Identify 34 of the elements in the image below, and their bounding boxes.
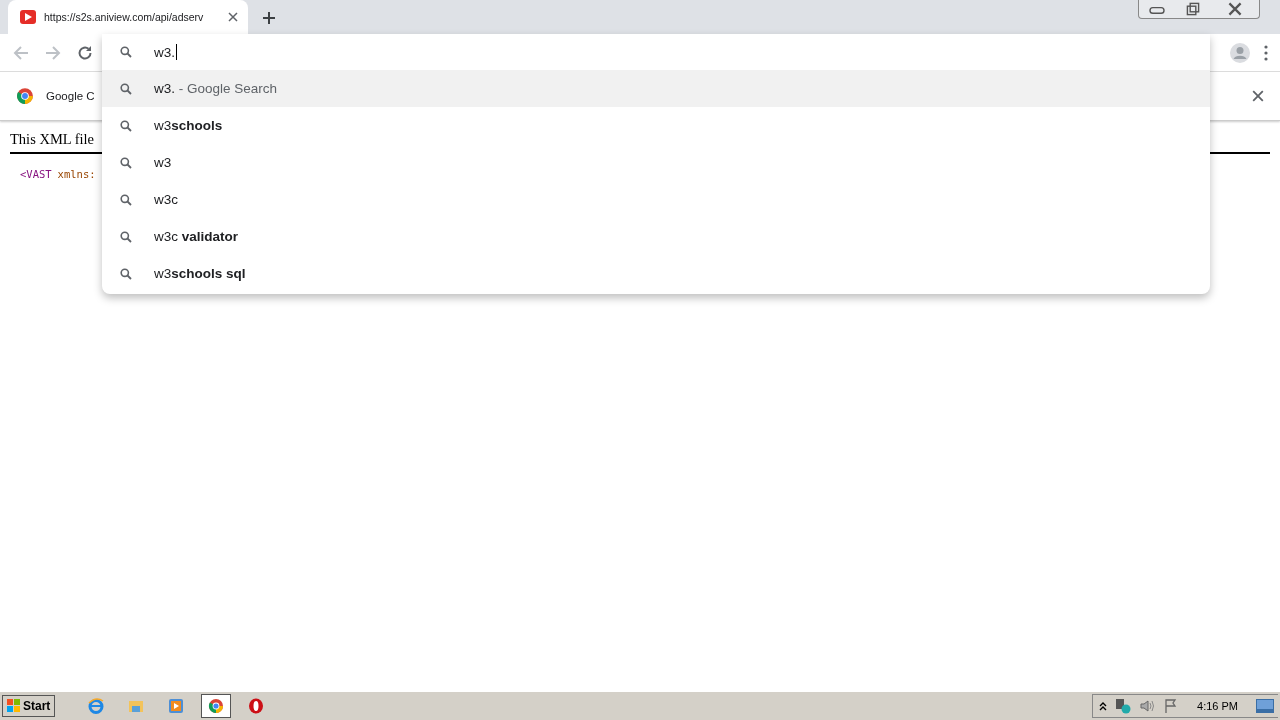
- opera-icon[interactable]: [248, 698, 265, 714]
- suggestion-item[interactable]: w3c validator: [102, 218, 1210, 255]
- chevron-up-icon[interactable]: [1099, 701, 1108, 711]
- start-button[interactable]: Start: [2, 695, 56, 717]
- search-icon: [120, 230, 132, 243]
- infobar-text: Google C: [46, 90, 95, 102]
- windows-logo-icon: [7, 699, 21, 713]
- search-icon: [120, 267, 132, 280]
- search-icon: [120, 46, 132, 58]
- address-text: w3.: [154, 44, 175, 60]
- chrome-icon[interactable]: [208, 698, 225, 714]
- chrome-icon: [16, 87, 34, 105]
- search-icon: [120, 156, 132, 169]
- play-favicon: [20, 9, 36, 25]
- address-field[interactable]: w3.: [102, 34, 1210, 70]
- xml-code: <VAST: [20, 168, 52, 180]
- suggestion-item[interactable]: w3schools sql: [102, 255, 1210, 292]
- profile-avatar-icon[interactable]: [1230, 42, 1250, 63]
- taskbar-app[interactable]: [201, 694, 232, 718]
- search-icon: [120, 193, 132, 206]
- network-icon[interactable]: [1115, 698, 1132, 714]
- clock[interactable]: 4:16 PM: [1197, 700, 1238, 712]
- suggestion-item[interactable]: w3c: [102, 181, 1210, 218]
- media-player-icon[interactable]: [168, 698, 185, 714]
- close-icon[interactable]: [228, 12, 238, 22]
- search-icon: [120, 82, 132, 95]
- close-icon[interactable]: [1252, 90, 1264, 102]
- speaker-icon[interactable]: [1139, 698, 1156, 714]
- browser-tab[interactable]: https://s2s.aniview.com/api/adserv: [8, 0, 248, 34]
- search-icon: [120, 119, 132, 132]
- menu-icon[interactable]: [1264, 44, 1268, 61]
- xml-code: xmlns:: [57, 168, 96, 180]
- suggestion-item[interactable]: w3. - Google Search: [102, 70, 1210, 107]
- new-tab-icon[interactable]: [262, 11, 276, 25]
